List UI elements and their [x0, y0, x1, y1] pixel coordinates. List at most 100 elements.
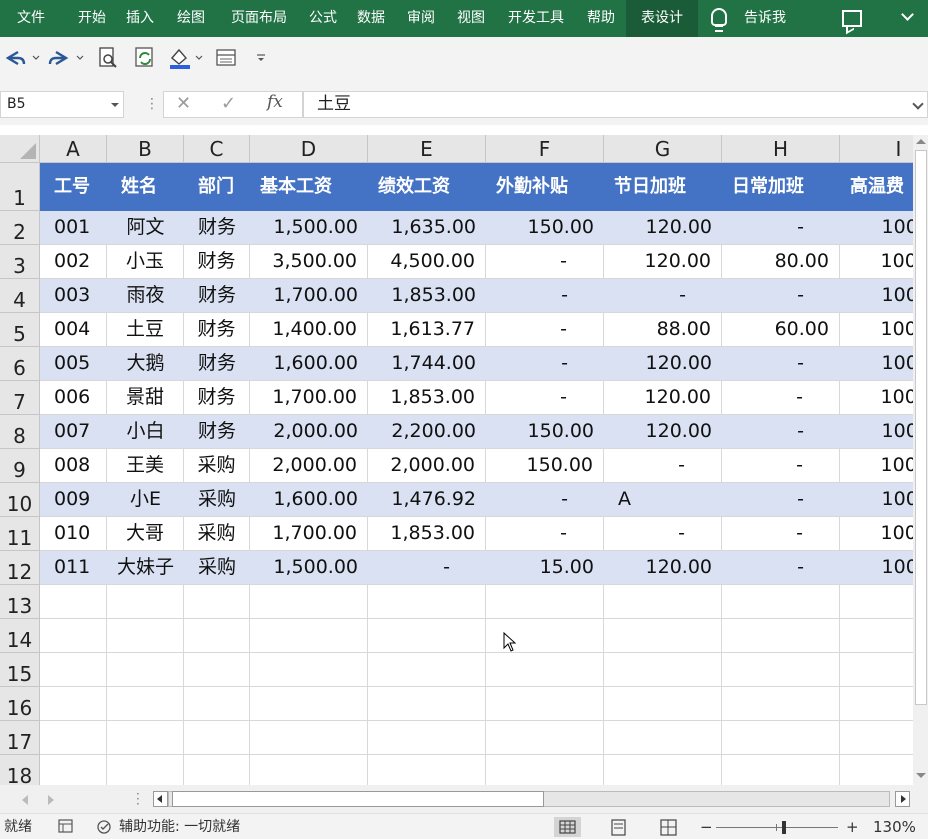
- table-cell[interactable]: 2,000.00: [250, 449, 368, 483]
- undo-icon[interactable]: [2, 46, 42, 70]
- zoom-out-button[interactable]: −: [700, 818, 713, 836]
- scroll-right-button[interactable]: [895, 791, 910, 807]
- table-cell[interactable]: 004: [40, 313, 107, 347]
- empty-cell[interactable]: [486, 721, 604, 755]
- empty-cell[interactable]: [840, 721, 913, 755]
- table-cell[interactable]: 2,200.00: [368, 415, 486, 449]
- empty-cell[interactable]: [250, 653, 368, 687]
- vertical-scroll-thumb[interactable]: [915, 150, 927, 705]
- table-cell[interactable]: 002: [40, 245, 107, 279]
- table-cell[interactable]: 100.00: [840, 245, 913, 279]
- empty-cell[interactable]: [250, 619, 368, 653]
- row-header[interactable]: 1: [0, 163, 40, 211]
- zoom-slider[interactable]: [716, 827, 838, 828]
- table-cell[interactable]: 100.00: [840, 211, 913, 245]
- table-cell[interactable]: 财务: [184, 211, 250, 245]
- table-cell[interactable]: 小E: [107, 483, 184, 517]
- table-cell[interactable]: 150.00: [486, 415, 604, 449]
- empty-cell[interactable]: [368, 721, 486, 755]
- table-header-cell[interactable]: 工号: [40, 163, 107, 211]
- table-cell[interactable]: 土豆: [107, 313, 184, 347]
- empty-cell[interactable]: [840, 585, 913, 619]
- empty-cell[interactable]: [107, 585, 184, 619]
- empty-cell[interactable]: [722, 585, 840, 619]
- column-header[interactable]: B: [107, 135, 184, 163]
- ribbon-tab[interactable]: 数据: [346, 0, 396, 37]
- horizontal-scroll-thumb[interactable]: [172, 791, 544, 807]
- table-header-cell[interactable]: 姓名: [107, 163, 184, 211]
- table-header-cell[interactable]: 日常加班: [722, 163, 840, 211]
- table-cell[interactable]: 100.00: [840, 347, 913, 381]
- table-cell[interactable]: -: [368, 551, 486, 585]
- table-cell[interactable]: 大鹅: [107, 347, 184, 381]
- customize-icon[interactable]: [254, 46, 268, 70]
- ribbon-tab[interactable]: 开始: [68, 0, 116, 37]
- tab-split-grip[interactable]: · · ·: [136, 788, 140, 810]
- table-cell[interactable]: 小白: [107, 415, 184, 449]
- empty-cell[interactable]: [486, 585, 604, 619]
- table-cell[interactable]: 88.00: [604, 313, 722, 347]
- form-icon[interactable]: [215, 46, 239, 70]
- table-cell[interactable]: 100.00: [840, 483, 913, 517]
- ribbon-tab[interactable]: 插入: [116, 0, 164, 37]
- table-cell[interactable]: 财务: [184, 415, 250, 449]
- empty-cell[interactable]: [604, 687, 722, 721]
- empty-cell[interactable]: [184, 721, 250, 755]
- table-header-cell[interactable]: 外勤补贴: [486, 163, 604, 211]
- empty-cell[interactable]: [250, 687, 368, 721]
- row-header[interactable]: 9: [0, 449, 40, 483]
- table-header-cell[interactable]: 绩效工资: [368, 163, 486, 211]
- empty-cell[interactable]: [840, 755, 913, 785]
- table-cell[interactable]: 1,853.00: [368, 381, 486, 415]
- table-cell[interactable]: 采购: [184, 517, 250, 551]
- table-cell[interactable]: 009: [40, 483, 107, 517]
- table-cell[interactable]: 1,700.00: [250, 279, 368, 313]
- column-header[interactable]: C: [184, 135, 250, 163]
- ribbon-tab[interactable]: 视图: [446, 0, 496, 37]
- select-all-button[interactable]: [0, 135, 40, 163]
- empty-cell[interactable]: [40, 755, 107, 785]
- empty-cell[interactable]: [40, 687, 107, 721]
- zoom-level[interactable]: 130%: [873, 818, 916, 836]
- row-header[interactable]: 3: [0, 245, 40, 279]
- table-header-cell[interactable]: 部门: [184, 163, 250, 211]
- table-cell[interactable]: 1,500.00: [250, 551, 368, 585]
- empty-cell[interactable]: [486, 687, 604, 721]
- table-cell[interactable]: 100.00: [840, 279, 913, 313]
- table-header-cell[interactable]: 节日加班: [604, 163, 722, 211]
- empty-cell[interactable]: [368, 687, 486, 721]
- row-header[interactable]: 7: [0, 381, 40, 415]
- table-cell[interactable]: -: [722, 449, 840, 483]
- empty-cell[interactable]: [40, 721, 107, 755]
- table-cell[interactable]: -: [722, 483, 840, 517]
- empty-cell[interactable]: [604, 585, 722, 619]
- table-cell[interactable]: 150.00: [486, 211, 604, 245]
- empty-cell[interactable]: [250, 721, 368, 755]
- ribbon-tab[interactable]: 文件: [0, 0, 62, 37]
- row-header[interactable]: 4: [0, 279, 40, 313]
- zoom-in-button[interactable]: +: [846, 818, 859, 836]
- table-cell[interactable]: 采购: [184, 551, 250, 585]
- table-cell[interactable]: -: [486, 483, 604, 517]
- table-cell[interactable]: 010: [40, 517, 107, 551]
- row-header[interactable]: 17: [0, 721, 40, 755]
- table-cell[interactable]: 1,700.00: [250, 381, 368, 415]
- row-header[interactable]: 5: [0, 313, 40, 347]
- table-cell[interactable]: A: [604, 483, 722, 517]
- ribbon-tab[interactable]: 审阅: [396, 0, 446, 37]
- empty-cell[interactable]: [184, 687, 250, 721]
- table-cell[interactable]: -: [604, 517, 722, 551]
- empty-cell[interactable]: [722, 619, 840, 653]
- empty-cell[interactable]: [107, 619, 184, 653]
- row-header[interactable]: 8: [0, 415, 40, 449]
- empty-cell[interactable]: [840, 653, 913, 687]
- empty-cell[interactable]: [840, 619, 913, 653]
- row-header[interactable]: 10: [0, 483, 40, 517]
- empty-cell[interactable]: [107, 755, 184, 785]
- column-header[interactable]: D: [250, 135, 368, 163]
- lightbulb-icon[interactable]: [711, 8, 727, 32]
- column-header[interactable]: E: [368, 135, 486, 163]
- table-cell[interactable]: -: [722, 517, 840, 551]
- row-header[interactable]: 12: [0, 551, 40, 585]
- table-cell[interactable]: 100.00: [840, 517, 913, 551]
